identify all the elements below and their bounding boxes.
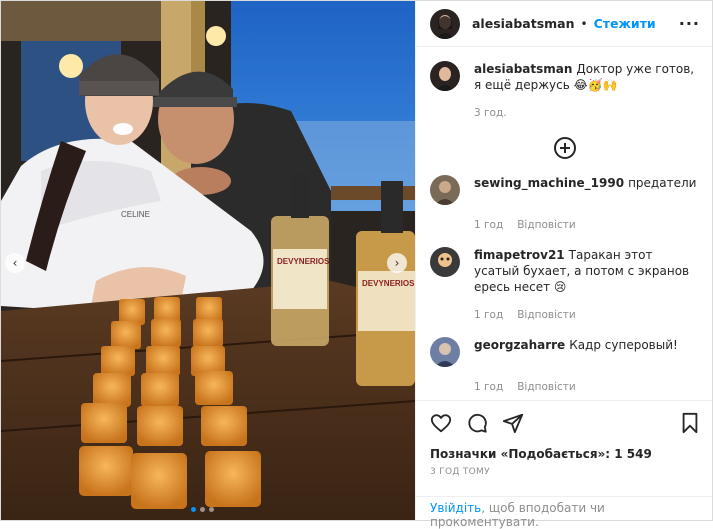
comment-username[interactable]: fimapetrov21 — [474, 248, 565, 262]
caption-time[interactable]: 3 год. — [474, 107, 507, 119]
post-actions: Позначки «Подобається»: 1 549 3 ГОД ТОМУ — [416, 400, 712, 496]
reply-button[interactable]: Відповісти — [517, 219, 576, 231]
caption: alesiabatsman Доктор уже готов, я ещё дер… — [430, 61, 700, 119]
bottle-label: DEVYNERIOS — [277, 257, 330, 266]
load-more-comments-button[interactable] — [430, 137, 700, 159]
post-photo[interactable]: CELINE DEVYNERIOS DEVYNERIOS ‹ › — [1, 1, 415, 520]
comment-time[interactable]: 1 год — [474, 309, 503, 321]
author-avatar[interactable] — [430, 8, 460, 39]
post-timestamp[interactable]: 3 ГОД ТОМУ — [430, 467, 700, 477]
carousel-indicator — [191, 507, 214, 512]
follow-button[interactable]: Стежити — [594, 16, 656, 31]
likes-count[interactable]: Позначки «Подобається»: 1 549 — [430, 447, 700, 461]
carousel-dot — [209, 507, 214, 512]
jacket-print: CELINE — [121, 210, 150, 219]
bottle-label-2: DEVYNERIOS — [362, 279, 415, 288]
paper-plane-icon — [502, 413, 524, 433]
comment: sewing_machine_1990 предатели 1 год Відпов… — [430, 175, 700, 231]
carousel-dot — [191, 507, 196, 512]
chevron-right-icon: › — [394, 256, 400, 270]
author-username[interactable]: alesiabatsman — [472, 16, 575, 31]
comment-time[interactable]: 1 год — [474, 219, 503, 231]
login-prompt: Увійдіть, щоб вподобати чи прокоментуват… — [416, 496, 712, 529]
comment-time[interactable]: 1 год — [474, 381, 503, 393]
comments-list: alesiabatsman Доктор уже готов, я ещё дер… — [416, 47, 712, 400]
share-button[interactable] — [502, 412, 524, 437]
plus-circle-icon — [554, 137, 576, 159]
post-sidebar: alesiabatsman • Стежити ··· alesiabatsma… — [415, 1, 712, 529]
reply-button[interactable]: Відповісти — [517, 381, 576, 393]
next-photo-button[interactable]: › — [387, 253, 407, 273]
separator-dot: • — [580, 16, 588, 31]
bookmark-icon — [682, 412, 698, 433]
caption-username[interactable]: alesiabatsman — [474, 62, 572, 76]
login-link[interactable]: Увійдіть — [430, 501, 481, 515]
comment-text: Кадр суперовый! — [569, 338, 678, 352]
comment-text: предатели — [628, 176, 697, 190]
save-button[interactable] — [680, 412, 700, 437]
post-header: alesiabatsman • Стежити ··· — [416, 1, 712, 47]
comment: georgzaharre Кадр суперовый! 1 год Відпові… — [430, 337, 700, 393]
comment-button[interactable] — [466, 412, 488, 437]
carousel-dot — [200, 507, 205, 512]
comment-avatar[interactable] — [430, 337, 460, 367]
comment-username[interactable]: sewing_machine_1990 — [474, 176, 624, 190]
comment: fimapetrov21 Таракан этот усатый бухает, … — [430, 247, 700, 321]
previous-photo-button[interactable]: ‹ — [5, 253, 25, 273]
heart-icon — [430, 413, 452, 432]
comment-avatar[interactable] — [430, 175, 460, 205]
comment-avatar[interactable] — [430, 247, 460, 277]
instagram-post: CELINE DEVYNERIOS DEVYNERIOS ‹ › alesiab… — [0, 0, 713, 529]
photo-image: CELINE DEVYNERIOS DEVYNERIOS — [1, 1, 415, 520]
comment-icon — [468, 413, 487, 433]
like-button[interactable] — [430, 412, 452, 437]
comment-username[interactable]: georgzaharre — [474, 338, 565, 352]
more-options-icon[interactable]: ··· — [679, 14, 700, 33]
caption-avatar[interactable] — [430, 61, 460, 91]
chevron-left-icon: ‹ — [12, 256, 18, 270]
reply-button[interactable]: Відповісти — [517, 309, 576, 321]
